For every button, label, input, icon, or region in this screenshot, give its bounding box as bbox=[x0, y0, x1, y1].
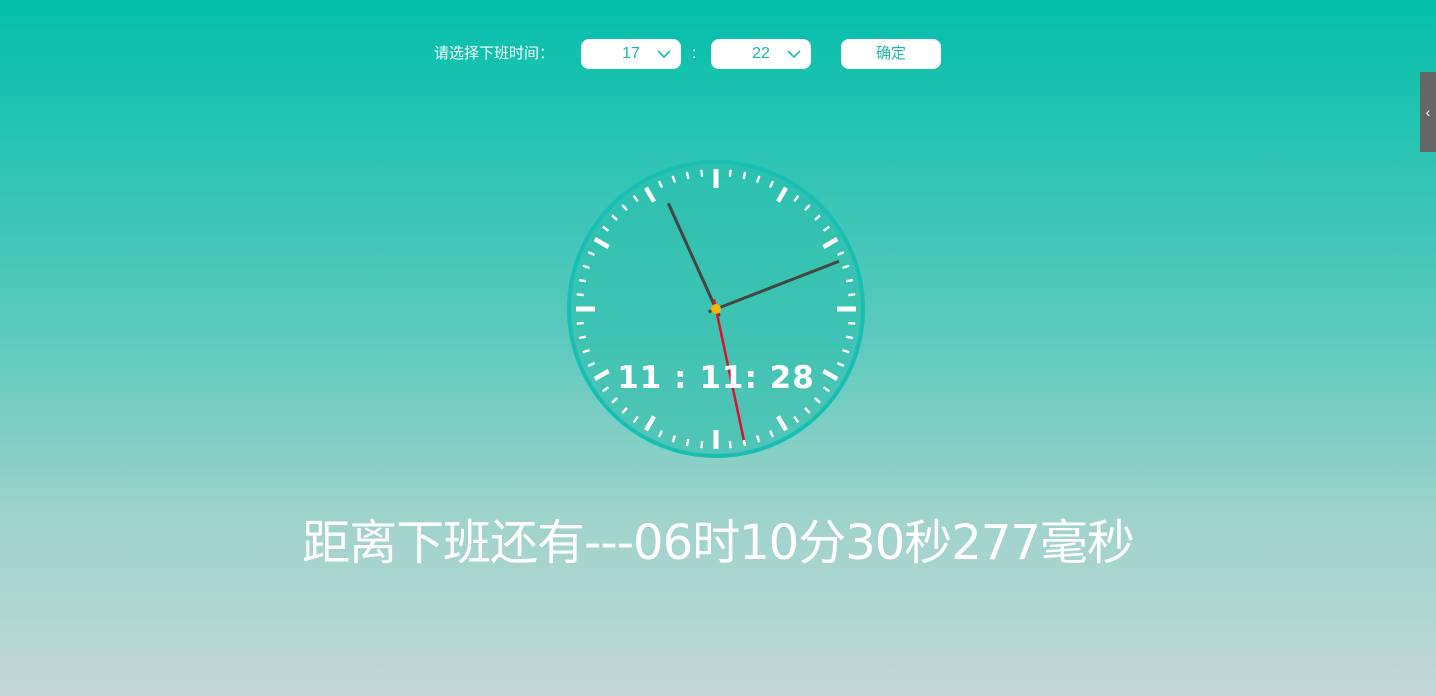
confirm-button[interactable]: 确定 bbox=[841, 39, 941, 69]
minute-tick bbox=[578, 278, 587, 283]
minute-tick bbox=[845, 278, 854, 283]
hour-select[interactable]: 17 bbox=[581, 39, 681, 69]
minute-tick bbox=[685, 438, 690, 447]
chevron-left-icon: ‹ bbox=[1425, 104, 1431, 120]
page: { "toolbar": { "label": "请选择下班时间：", "hou… bbox=[0, 0, 1436, 696]
toolbar: 请选择下班时间： 17 : 22 确定 bbox=[0, 39, 1436, 69]
offwork-time-label: 请选择下班时间： bbox=[434, 45, 555, 62]
minute-select[interactable]: 22 bbox=[711, 39, 811, 69]
chevron-down-icon bbox=[657, 50, 671, 59]
minute-tick bbox=[728, 441, 732, 449]
clock-center-dot bbox=[711, 304, 721, 314]
minute-tick bbox=[848, 321, 856, 325]
minute-tick bbox=[576, 321, 584, 325]
clock-face bbox=[567, 160, 865, 458]
side-panel-toggle[interactable]: ‹ bbox=[1420, 72, 1436, 152]
minute-tick bbox=[845, 335, 854, 340]
time-separator: : bbox=[692, 45, 697, 62]
minute-tick bbox=[728, 169, 732, 177]
minute-tick bbox=[700, 169, 704, 177]
minute-tick bbox=[742, 438, 747, 447]
digital-time: 11 : 11: 28 bbox=[617, 360, 815, 396]
minute-tick bbox=[685, 171, 690, 180]
chevron-down-icon bbox=[787, 50, 801, 59]
minute-tick bbox=[576, 293, 584, 297]
minute-tick bbox=[848, 293, 856, 297]
analog-clock: 11 : 11: 28 bbox=[565, 158, 867, 460]
minute-tick bbox=[700, 441, 704, 449]
minute-tick bbox=[578, 335, 587, 340]
countdown-text: 距离下班还有---06时10分30秒277毫秒 bbox=[302, 515, 1135, 571]
minute-tick bbox=[742, 171, 747, 180]
